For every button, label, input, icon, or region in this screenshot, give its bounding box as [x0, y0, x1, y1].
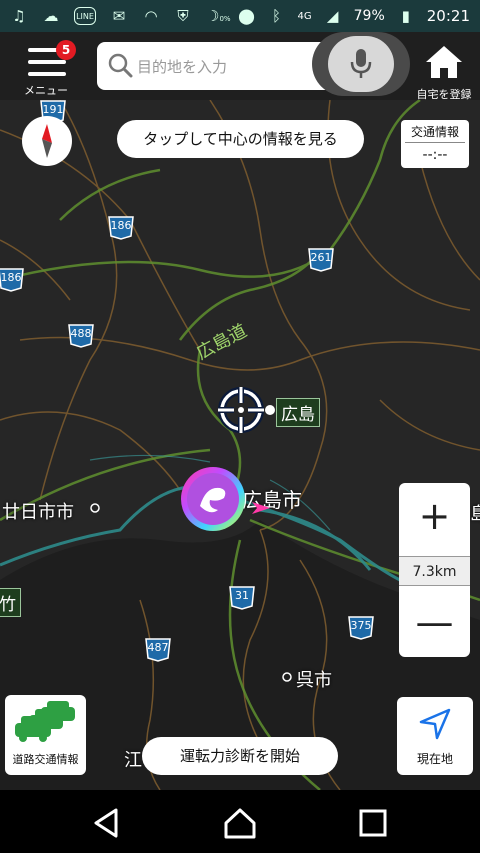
recents-icon[interactable]: [356, 806, 390, 840]
compass-icon: [42, 124, 52, 158]
signal-icon: ◢: [326, 7, 339, 25]
partial-label-right: 島: [470, 504, 480, 525]
route-shield-487: 487: [143, 636, 173, 662]
map-view[interactable]: 191 186 186 261 488 31 487 375 広島道 広島 広島…: [0, 100, 480, 790]
route-shield-261: 261: [306, 246, 336, 272]
music-icon: ♫: [12, 7, 26, 25]
route-shield-31: 31: [227, 584, 257, 610]
station-dot: [265, 405, 275, 415]
battery-icon: ▮: [401, 7, 410, 25]
partial-label-left: 竹: [0, 588, 21, 617]
map-center-crosshair-icon: [218, 387, 264, 433]
app-bar: 5 メニュー 目的地を入力 自宅を登録: [0, 32, 480, 101]
compass-button[interactable]: [22, 116, 72, 166]
center-info-button[interactable]: タップして中心の情報を見る: [117, 120, 364, 158]
cars-icon: [15, 701, 75, 742]
zoom-control: + 7.3km —: [399, 483, 470, 657]
road-traffic-button[interactable]: 道路交通情報: [5, 695, 86, 775]
hatsukaichi-dot: [90, 503, 100, 513]
city-label-hatsukaichi: 廿日市市: [2, 502, 74, 523]
weather-icon: ☁: [43, 7, 59, 25]
city-label-hiroshima: 広島市: [242, 488, 302, 512]
route-shield-186-left: 186: [0, 266, 26, 292]
menu-label: メニュー: [24, 84, 68, 97]
menu-button[interactable]: 5 メニュー: [18, 38, 84, 97]
map-scale: 7.3km: [399, 556, 470, 586]
traffic-info-time: --:--: [422, 147, 448, 163]
search-placeholder: 目的地を入力: [137, 58, 228, 76]
shield-icon: ⛨: [177, 7, 189, 25]
status-bar: ♫ ☁ LINE ✉ ◠ ⛨ ☽0% ⬤ ᛒ 4G ◢ 79% ▮ 20:21: [0, 0, 480, 32]
route-shield-375: 375: [346, 614, 376, 640]
system-nav-bar: [0, 790, 480, 853]
home-nav-icon[interactable]: [223, 806, 257, 840]
home-icon: [426, 46, 462, 78]
microphone-icon: [350, 49, 372, 78]
battery-percent: 79%: [353, 8, 385, 24]
voice-search-button[interactable]: [328, 36, 394, 92]
map-roads: [0, 100, 480, 790]
register-home-button[interactable]: 自宅を登録: [412, 42, 476, 101]
current-location-label: 現在地: [416, 752, 453, 766]
network-type: 4G: [297, 10, 312, 22]
location-icon: ⬤: [238, 7, 255, 25]
wifi-icon: ◠: [144, 7, 158, 25]
clock: 20:21: [426, 7, 470, 25]
route-shield-488: 488: [66, 322, 96, 348]
road-traffic-label: 道路交通情報: [12, 753, 79, 766]
mail-icon: ✉: [112, 7, 126, 25]
search-icon: [108, 53, 133, 78]
current-location-button[interactable]: 現在地: [397, 697, 473, 775]
traffic-info-title: 交通情報: [405, 123, 465, 143]
zoom-out-button[interactable]: —: [399, 589, 470, 657]
kure-dot: [282, 672, 292, 682]
traffic-info-panel[interactable]: 交通情報 --:--: [401, 120, 469, 168]
back-icon[interactable]: [90, 806, 124, 840]
line-icon: LINE: [74, 7, 96, 25]
zoom-in-button[interactable]: +: [399, 483, 470, 551]
partial-label-bottom: 江: [124, 750, 142, 771]
city-label-kure: 呉市: [296, 670, 332, 691]
station-label: 広島: [276, 398, 320, 427]
current-position-avatar-icon[interactable]: [180, 466, 246, 532]
driving-diagnosis-button[interactable]: 運転力診断を開始: [142, 737, 338, 775]
bluetooth-icon: ᛒ: [272, 7, 282, 25]
notification-badge: 5: [56, 40, 76, 60]
route-shield-186: 186: [106, 214, 136, 240]
moon-icon: ☽0%: [206, 7, 231, 25]
heading-arrow-icon: [252, 502, 270, 514]
navigation-arrow-icon: [419, 708, 451, 740]
